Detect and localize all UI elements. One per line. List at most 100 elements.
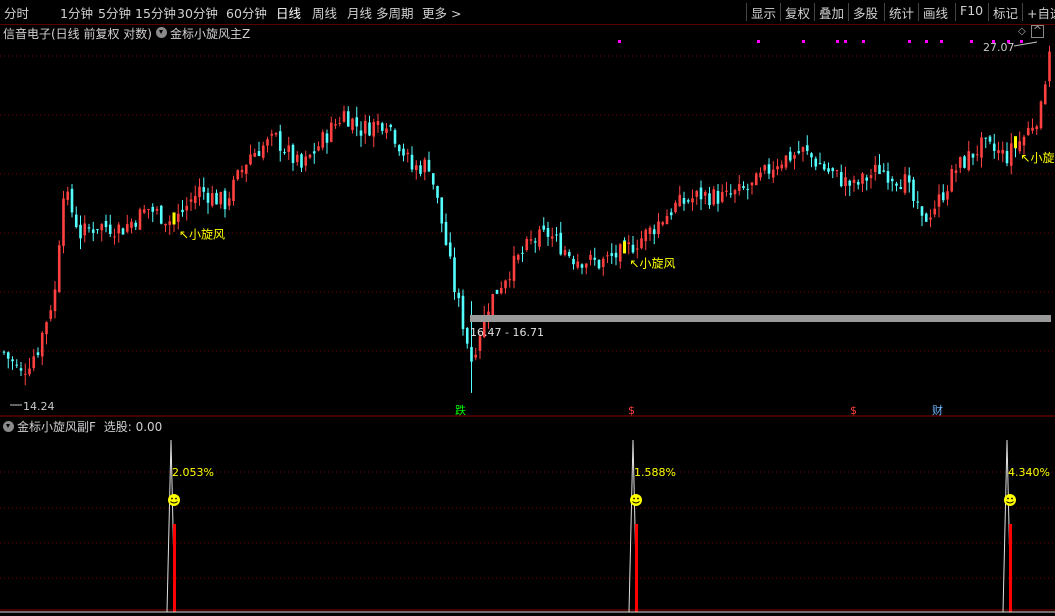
candle-body xyxy=(657,221,660,234)
candle-body xyxy=(176,213,180,222)
candle-body xyxy=(1009,143,1013,166)
smiley-icon xyxy=(168,494,180,506)
price-high-pointer xyxy=(1013,41,1038,47)
toolbar-button-2[interactable]: 叠加 xyxy=(819,3,844,22)
candle-body xyxy=(83,223,87,236)
candle-body xyxy=(317,146,320,151)
period-tab-6[interactable]: 日线 xyxy=(276,3,301,22)
candle-body xyxy=(334,124,337,126)
diamond-icon[interactable]: ◇ xyxy=(1018,26,1026,37)
toolbar-separator xyxy=(955,3,956,21)
candle-body xyxy=(1001,149,1005,154)
candle-body xyxy=(172,221,176,223)
candle-body xyxy=(45,322,48,335)
candle-body xyxy=(614,252,618,258)
candle-body xyxy=(929,217,932,220)
toolbar-button-8[interactable]: +自选 xyxy=(1027,3,1055,22)
candle-body xyxy=(295,154,299,163)
candle-body xyxy=(521,252,524,254)
toolbar-button-6[interactable]: F10 xyxy=(960,3,983,18)
candle-body xyxy=(818,163,822,165)
period-tab-9[interactable]: 多周期 xyxy=(376,3,414,22)
candle-body xyxy=(593,257,597,260)
signal-bar xyxy=(635,524,638,612)
candle-body xyxy=(933,208,937,215)
smiley-eye xyxy=(1007,497,1009,500)
candle-body xyxy=(453,257,456,293)
candle-body xyxy=(771,169,775,178)
candle-body xyxy=(304,156,308,166)
candle-body xyxy=(108,224,112,234)
period-tab-5[interactable]: 60分钟 xyxy=(226,3,267,22)
chart-marker-2: $ xyxy=(850,404,857,417)
candle-body xyxy=(805,145,809,151)
sub-indicator-dropdown-icon[interactable] xyxy=(3,421,14,432)
candle-body xyxy=(780,164,784,169)
toolbar-separator xyxy=(814,3,815,21)
candle-body xyxy=(516,254,520,260)
candle-body xyxy=(19,368,23,371)
candle-body xyxy=(572,258,575,265)
signal-spike xyxy=(166,439,176,613)
candle-body xyxy=(346,111,350,127)
candle-body xyxy=(62,198,65,247)
main-indicator-name[interactable]: 金标小旋风主Z xyxy=(170,25,250,42)
candle-body xyxy=(797,150,801,154)
candle-body xyxy=(997,150,1000,154)
toolbar-button-3[interactable]: 多股 xyxy=(853,3,878,22)
signal-percent-label: 1.588% xyxy=(634,466,676,479)
period-tab-2[interactable]: 5分钟 xyxy=(98,3,131,22)
candle-body xyxy=(57,245,61,292)
candle-body xyxy=(482,315,486,338)
toolbar-button-5[interactable]: 画线 xyxy=(923,3,948,22)
collapse-icon[interactable]: ^ xyxy=(1031,25,1044,38)
candle-body xyxy=(873,165,877,172)
candle-body xyxy=(682,198,686,204)
period-tab-7[interactable]: 周线 xyxy=(312,3,337,22)
candle-body xyxy=(856,182,860,185)
candle-body xyxy=(1026,128,1030,136)
smiley-icon xyxy=(630,494,642,506)
grid-lines xyxy=(0,55,1055,611)
candle-body xyxy=(980,137,983,158)
chart-marker-0: 跌 xyxy=(455,403,466,417)
candle-body xyxy=(134,222,138,227)
period-tab-4[interactable]: 30分钟 xyxy=(177,3,218,22)
period-tab-3[interactable]: 15分钟 xyxy=(135,3,176,22)
candle-body xyxy=(814,158,818,167)
candle-body xyxy=(1022,136,1026,146)
signal-label: ↖小旋风 xyxy=(1021,151,1055,165)
candle-body xyxy=(104,221,108,228)
toolbar-button-7[interactable]: 标记 xyxy=(993,3,1018,22)
candle-body xyxy=(138,209,142,230)
signal-bar xyxy=(173,524,176,612)
candle-body xyxy=(270,133,274,136)
indicator-dropdown-icon[interactable] xyxy=(156,27,167,38)
toolbar-button-0[interactable]: 显示 xyxy=(751,3,776,22)
candle-body xyxy=(533,241,537,243)
candle-body xyxy=(130,221,133,228)
period-tab-8[interactable]: 月线 xyxy=(347,3,372,22)
price-high-label: 27.07 xyxy=(983,41,1015,54)
period-tab-10[interactable]: 更多 > xyxy=(422,3,461,22)
range-bar xyxy=(470,315,1051,322)
period-tab-0[interactable]: 分时 xyxy=(4,3,29,22)
toolbar-button-4[interactable]: 统计 xyxy=(889,3,914,22)
toolbar-button-1[interactable]: 复权 xyxy=(785,3,810,22)
candle-body xyxy=(1035,126,1039,130)
candle-body xyxy=(848,180,852,186)
period-tab-1[interactable]: 1分钟 xyxy=(60,3,93,22)
candle-body xyxy=(223,190,227,210)
sub-indicator-name[interactable]: 金标小旋风副F xyxy=(17,420,96,434)
candle-body xyxy=(878,164,881,174)
candle-body xyxy=(321,132,325,148)
toolbar-separator xyxy=(780,3,781,21)
candle-body xyxy=(291,144,295,163)
candle-body xyxy=(1018,141,1022,152)
candle-body xyxy=(168,221,172,225)
kline-chart[interactable]: ↖小旋风↖小旋风↖小旋风27.0714.2416.47 - 16.71跌$$财 … xyxy=(0,0,1055,616)
candle-body xyxy=(372,121,376,137)
candle-body xyxy=(869,175,873,179)
candle-body xyxy=(70,188,74,213)
candle-body xyxy=(559,232,563,255)
